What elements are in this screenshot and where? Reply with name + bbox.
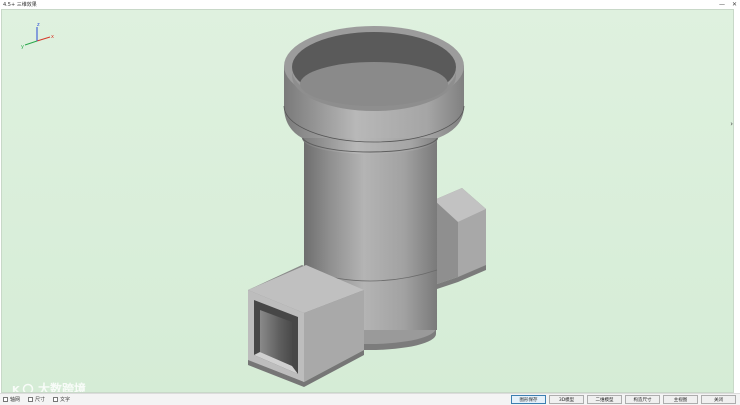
construct-size-button[interactable]: 构造尺寸 [625,395,660,404]
save-image-button[interactable]: 图形保存 [511,395,546,404]
watermark-text: 大数跨境 [38,382,87,393]
svg-text:K: K [12,385,21,394]
3d-model-button[interactable]: 3D模型 [549,395,584,404]
chevron-right-icon[interactable]: › [730,120,733,128]
checkbox-grid[interactable]: 轴网 [3,396,20,403]
right-branch [434,188,486,290]
checkbox-dimensions[interactable]: 尺寸 [28,396,45,403]
main-view-button[interactable]: 主视图 [663,395,698,404]
watermark-logo-icon: K [12,383,34,394]
app-window: 4.5+ 三维效果 — ✕ x z y › K 大数跨境 轴网 尺寸 文字 图形… [0,0,740,405]
close-button[interactable]: 关闭 [701,395,736,404]
window-title: 4.5+ 三维效果 [3,2,37,8]
title-bar: 4.5+ 三维效果 — ✕ [0,0,740,9]
top-cup [283,26,465,143]
checkbox-icon [53,397,59,402]
action-buttons: 图形保存 3D模型 二维模型 构造尺寸 主视图 关闭 [511,395,736,404]
window-controls: — ✕ [719,0,737,9]
watermark: K 大数跨境 [12,380,87,394]
bottom-toolbar: 轴网 尺寸 文字 图形保存 3D模型 二维模型 构造尺寸 主视图 关闭 [0,393,740,405]
checkbox-icon [28,397,34,402]
view-options: 轴网 尺寸 文字 [3,396,70,403]
minimize-icon[interactable]: — [719,1,725,8]
3d-viewport[interactable]: x z y › K 大数跨境 [1,9,734,393]
left-branch [248,265,364,387]
checkbox-text[interactable]: 文字 [53,396,70,403]
close-icon[interactable]: ✕ [732,1,737,8]
checkbox-icon [3,397,8,402]
2d-model-button[interactable]: 二维模型 [587,395,622,404]
pipe-fitting-model[interactable] [2,10,734,393]
